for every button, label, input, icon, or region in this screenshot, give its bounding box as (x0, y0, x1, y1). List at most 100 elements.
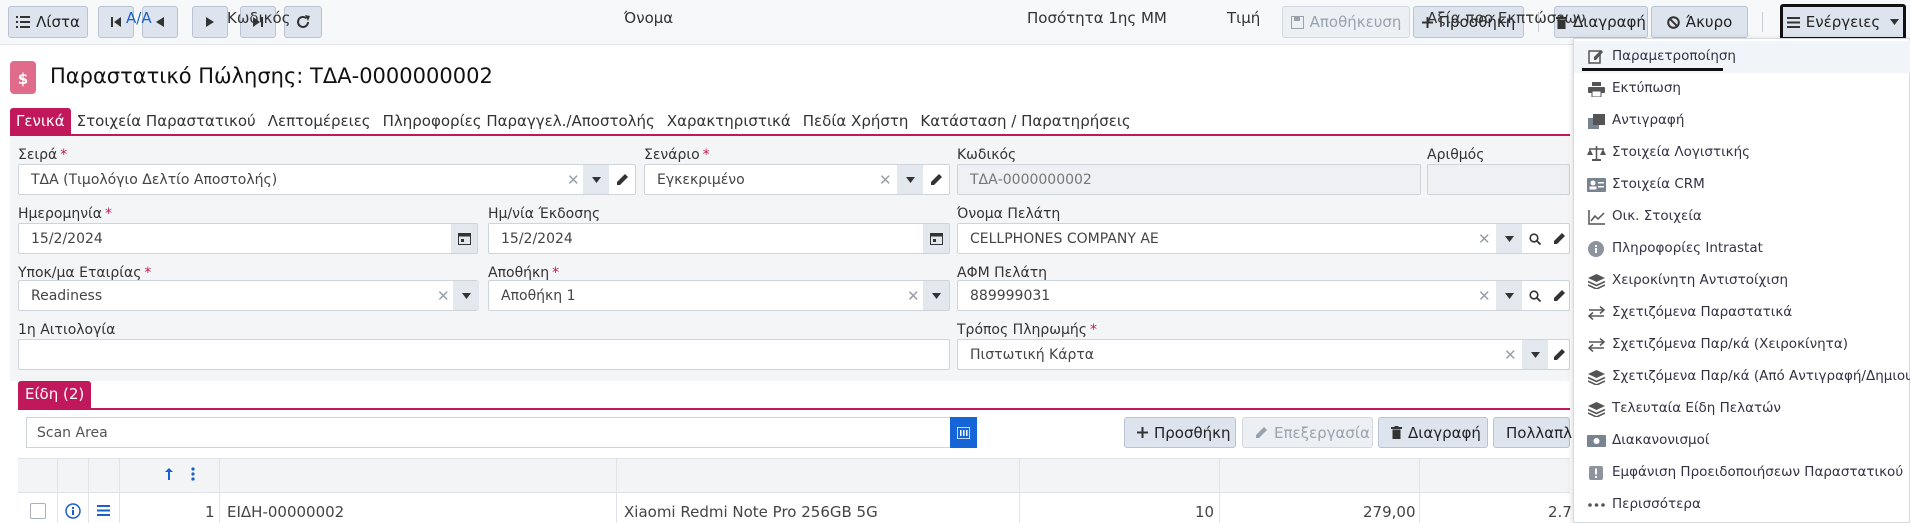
pencil-icon (1256, 427, 1267, 438)
list-icon (16, 16, 31, 28)
sort-ascending-icon[interactable] (165, 468, 173, 480)
pencil-icon (930, 174, 942, 185)
branch-field[interactable]: Readiness ✕ (18, 280, 479, 311)
list-button[interactable]: Λίστα (8, 6, 88, 38)
page-title: Παραστατικό Πώλησης: ΤΔΑ-0000000002 (50, 64, 493, 88)
dropdown-button[interactable] (453, 281, 479, 310)
item-add-label: Προσθήκη (1154, 423, 1231, 442)
customer-name-field[interactable]: CELLPHONES COMPANY AE ✕ (957, 223, 1570, 254)
menu-item-latest-customer-items[interactable]: Τελευταία Είδη Πελατών (1574, 393, 1910, 425)
edit-button[interactable] (1546, 340, 1572, 369)
reason-field[interactable] (18, 339, 950, 370)
clear-icon[interactable]: ✕ (1504, 346, 1517, 364)
menu-item-accounting[interactable]: Στοιχεία Λογιστικής (1574, 137, 1910, 169)
caret-down-icon (1890, 19, 1900, 25)
clear-icon[interactable]: ✕ (1478, 287, 1491, 305)
clear-icon[interactable]: ✕ (907, 287, 920, 305)
payment-field[interactable]: Πιστωτική Κάρτα ✕ (957, 339, 1570, 370)
next-record-button[interactable] (192, 6, 228, 38)
tab-order-shipping-info[interactable]: Πληροφορίες Παραγγελ./Αποστολής (377, 108, 661, 135)
tab-general[interactable]: Γενικά (10, 108, 71, 135)
column-header-code[interactable]: Κωδικός (227, 9, 290, 27)
menu-item-related-copy-create[interactable]: Σχετιζόμενα Παρ/κά (Από Αντιγραφή/Δημιου… (1574, 361, 1910, 393)
actions-button[interactable]: Ενέργειες (1780, 4, 1906, 40)
menu-item-more[interactable]: Περισσότερα (1574, 489, 1910, 521)
tab-status-notes[interactable]: Κατάσταση / Παρατηρήσεις (914, 108, 1136, 135)
series-field[interactable]: ΤΔΑ (Τιμολόγιο Δελτίο Αποστολής) ✕ (18, 164, 636, 195)
invoice-document-icon (10, 61, 36, 94)
next-icon (206, 17, 214, 27)
customer-vat-field[interactable]: 889999031 ✕ (957, 280, 1570, 311)
dropdown-button[interactable] (897, 165, 923, 194)
column-header-aa[interactable]: Α/Α (126, 9, 152, 27)
items-tab-underline (18, 408, 1570, 410)
dropdown-button[interactable] (1522, 340, 1548, 369)
column-header-price[interactable]: Τιμή (1227, 9, 1260, 27)
calendar-icon (929, 233, 943, 245)
menu-item-print[interactable]: Εκτύπωση (1574, 73, 1910, 105)
caret-down-icon (461, 292, 471, 299)
menu-item-copy[interactable]: Αντιγραφή (1574, 105, 1910, 137)
dropdown-button[interactable] (1496, 281, 1522, 310)
menu-item-financial[interactable]: Οικ. Στοιχεία (1574, 201, 1910, 233)
branch-label: Υποκ/μα Εταιρίας * (18, 265, 152, 281)
printer-icon (1586, 80, 1606, 98)
clear-icon[interactable]: ✕ (1478, 230, 1491, 248)
cancel-button[interactable]: Άκυρο (1651, 6, 1748, 38)
tab-items[interactable]: Είδη (2) (18, 381, 92, 409)
column-header-name[interactable]: Όνομα (624, 9, 673, 27)
scan-area-placeholder: Scan Area (37, 425, 108, 441)
caret-down-icon (1530, 351, 1540, 358)
trash-icon (1391, 426, 1402, 439)
item-delete-button[interactable]: Διαγραφή (1378, 417, 1488, 448)
item-edit-button[interactable]: Επεξεργασία (1242, 417, 1373, 448)
barcode-scan-button[interactable] (950, 417, 977, 448)
menu-item-related-documents[interactable]: Σχετιζόμενα Παραστατικά (1574, 297, 1910, 329)
edit-button[interactable] (609, 165, 635, 194)
number-field (1427, 164, 1570, 195)
tab-user-fields[interactable]: Πεδία Χρήστη (797, 108, 915, 135)
clear-icon[interactable]: ✕ (437, 287, 450, 305)
calendar-button[interactable] (923, 224, 949, 253)
tab-details[interactable]: Λεπτομέρειες (262, 108, 377, 135)
layers-icon (1586, 400, 1606, 418)
dropdown-button[interactable] (583, 165, 609, 194)
clear-icon[interactable]: ✕ (879, 171, 892, 189)
menu-item-related-manual[interactable]: Σχετιζόμενα Παρ/κά (Χειροκίνητα) (1574, 329, 1910, 361)
row-checkbox[interactable] (30, 503, 46, 519)
clear-icon[interactable]: ✕ (567, 171, 580, 189)
row-menu-icon[interactable] (97, 505, 110, 516)
info-icon[interactable] (65, 503, 81, 519)
column-options-icon[interactable] (191, 467, 195, 481)
items-table-header (18, 458, 1570, 493)
list-button-label: Λίστα (36, 13, 80, 31)
dropdown-button[interactable] (923, 281, 949, 310)
warehouse-field[interactable]: Αποθήκη 1 ✕ (488, 280, 950, 311)
caret-down-icon (905, 176, 915, 183)
date-field[interactable]: 15/2/2024 (18, 223, 478, 254)
menu-item-manual-matching[interactable]: Χειροκίνητη Αντιστοίχιση (1574, 265, 1910, 297)
dropdown-button[interactable] (1496, 224, 1522, 253)
menu-item-intrastat[interactable]: Πληροφορίες Intrastat (1574, 233, 1910, 265)
branch-value: Readiness (31, 288, 103, 304)
menu-item-show-warnings[interactable]: Εμφάνιση Προειδοποιήσεων Παραστατικού (1574, 457, 1910, 489)
save-button[interactable]: Αποθήκευση (1282, 6, 1410, 38)
edit-button[interactable] (1546, 281, 1572, 310)
scenario-field[interactable]: Εγκεκριμένο ✕ (644, 164, 950, 195)
column-header-qty[interactable]: Ποσότητα 1ης ΜΜ (1027, 9, 1167, 27)
item-add-button[interactable]: Προσθήκη (1124, 417, 1236, 448)
edit-button[interactable] (1546, 224, 1572, 253)
issue-date-field[interactable]: 15/2/2024 (488, 223, 950, 254)
tab-document-details[interactable]: Στοιχεία Παραστατικού (71, 108, 262, 135)
search-button[interactable] (1522, 224, 1548, 253)
customer-vat-label: ΑΦΜ Πελάτη (957, 265, 1048, 281)
edit-button[interactable] (923, 165, 949, 194)
calendar-button[interactable] (451, 224, 477, 253)
multi-add-button[interactable]: Πολλαπλή (1493, 417, 1582, 448)
menu-item-settlements[interactable]: Διακανονισμοί (1574, 425, 1910, 457)
column-header-value[interactable]: Αξία προ Εκπτώσεων (1427, 9, 1585, 27)
tab-characteristics[interactable]: Χαρακτηριστικά (661, 108, 797, 135)
scan-area-input[interactable]: Scan Area (26, 417, 976, 448)
search-button[interactable] (1522, 281, 1548, 310)
menu-item-crm[interactable]: Στοιχεία CRM (1574, 169, 1910, 201)
